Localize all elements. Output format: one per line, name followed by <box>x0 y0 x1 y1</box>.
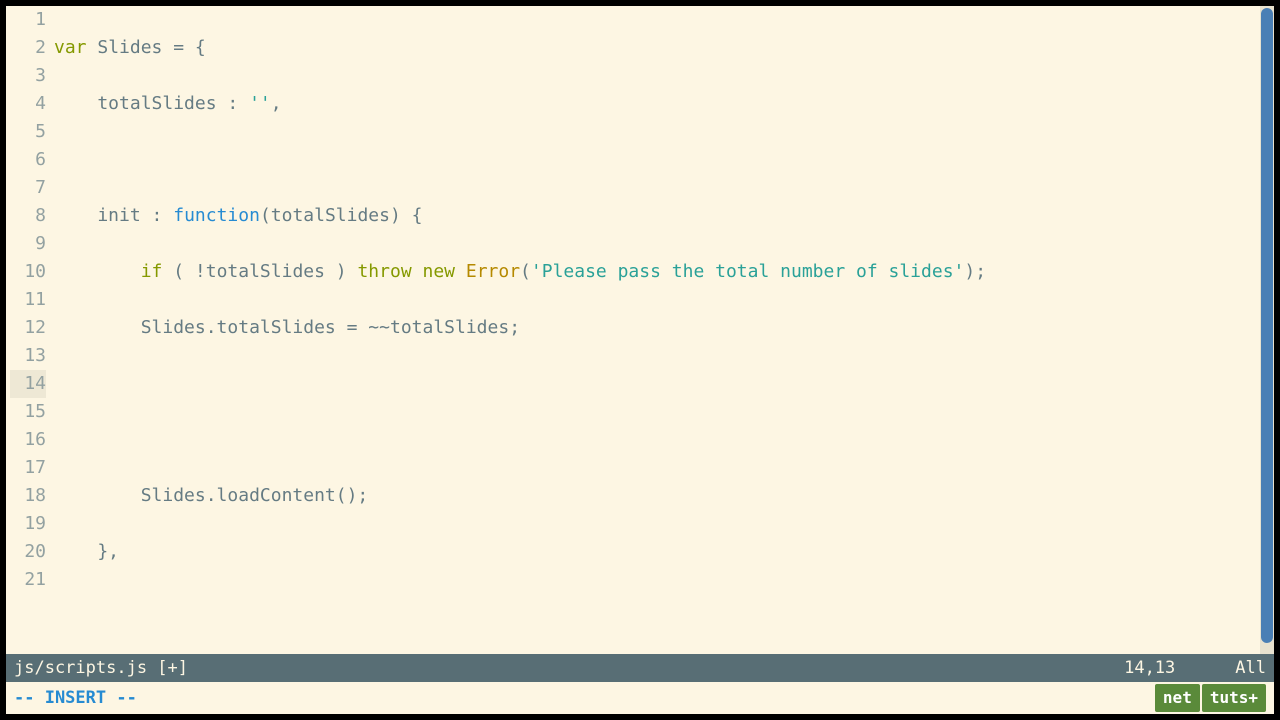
cursor-position: 14,13 <box>1124 656 1175 680</box>
line-number: 16 <box>10 426 46 454</box>
line-number-gutter: 1 2 3 4 5 6 7 8 9 10 11 12 13 14 15 16 1… <box>6 6 54 654</box>
vertical-scrollbar[interactable] <box>1260 6 1274 654</box>
filename-label: js/scripts.js [+] <box>14 656 188 680</box>
line-number: 9 <box>10 230 46 258</box>
line-number: 18 <box>10 482 46 510</box>
logo-part-tuts: tuts+ <box>1202 684 1266 712</box>
line-number: 11 <box>10 286 46 314</box>
line-number: 3 <box>10 62 46 90</box>
line-number: 21 <box>10 566 46 594</box>
line-number: 6 <box>10 146 46 174</box>
line-number: 12 <box>10 314 46 342</box>
line-number: 19 <box>10 510 46 538</box>
line-number: 20 <box>10 538 46 566</box>
line-number-current: 14 <box>10 370 46 398</box>
status-bar: js/scripts.js [+] 14,13 All <box>6 654 1274 682</box>
mode-line: -- INSERT -- net tuts+ <box>6 682 1274 714</box>
line-number: 2 <box>10 34 46 62</box>
line-number: 15 <box>10 398 46 426</box>
line-number: 1 <box>10 6 46 34</box>
editor-window: 1 2 3 4 5 6 7 8 9 10 11 12 13 14 15 16 1… <box>6 6 1274 714</box>
line-number: 7 <box>10 174 46 202</box>
logo-part-net: net <box>1155 684 1200 712</box>
scrollbar-thumb[interactable] <box>1261 8 1273 643</box>
editor-mode: -- INSERT -- <box>14 686 137 710</box>
line-number: 10 <box>10 258 46 286</box>
line-number: 8 <box>10 202 46 230</box>
line-number: 13 <box>10 342 46 370</box>
nettuts-logo: net tuts+ <box>1155 684 1266 712</box>
line-number: 4 <box>10 90 46 118</box>
code-content[interactable]: var Slides = { totalSlides : '', init : … <box>54 6 1274 654</box>
code-area[interactable]: 1 2 3 4 5 6 7 8 9 10 11 12 13 14 15 16 1… <box>6 6 1274 654</box>
line-number: 5 <box>10 118 46 146</box>
scroll-position: All <box>1235 656 1266 680</box>
line-number: 17 <box>10 454 46 482</box>
